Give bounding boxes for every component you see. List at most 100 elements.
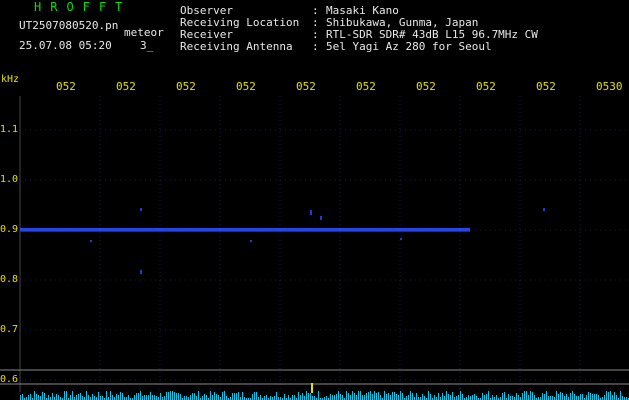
level-bar: [284, 394, 285, 400]
level-bar: [218, 395, 219, 400]
level-bar: [430, 394, 431, 400]
level-bar: [444, 396, 445, 400]
level-bar: [252, 394, 253, 400]
level-bar: [28, 395, 29, 400]
time-tick-label: 0530: [596, 80, 623, 93]
level-bar: [550, 396, 551, 400]
level-bar: [356, 395, 357, 400]
level-bar: [308, 393, 309, 400]
level-bar: [148, 395, 149, 400]
level-bar: [586, 395, 587, 400]
level-bar: [362, 395, 363, 400]
level-bar: [544, 394, 545, 400]
spectrogram: [0, 96, 629, 400]
level-bar: [118, 395, 119, 400]
marker-tick: [311, 383, 313, 393]
level-bar: [138, 393, 139, 400]
level-bar: [580, 394, 581, 400]
level-bar: [212, 395, 213, 400]
level-bar: [302, 393, 303, 400]
level-bar: [222, 392, 223, 400]
level-bar: [386, 394, 387, 400]
level-bar: [510, 396, 511, 400]
level-bar: [522, 393, 523, 400]
level-bar: [264, 396, 265, 400]
level-bar: [424, 396, 425, 400]
time-tick-label: 052: [356, 80, 376, 93]
level-bar: [516, 393, 517, 400]
level-bar: [472, 395, 473, 400]
level-bar: [52, 393, 53, 400]
level-bar: [166, 392, 167, 400]
level-bar: [122, 393, 123, 400]
time-tick-label: 052: [116, 80, 136, 93]
level-bar: [314, 396, 315, 400]
level-bar: [598, 395, 599, 400]
level-bar: [612, 395, 613, 400]
level-bar: [336, 394, 337, 400]
level-bar: [374, 391, 375, 400]
level-bar: [614, 392, 615, 400]
level-bar: [236, 393, 237, 400]
meteor-echo: [400, 238, 402, 240]
level-bar: [146, 395, 147, 400]
level-bar: [204, 394, 205, 400]
freq-tick-label: 0.9: [0, 224, 19, 235]
level-bar: [198, 391, 199, 400]
level-bar: [276, 392, 277, 400]
level-bar: [274, 396, 275, 400]
level-bar: [534, 395, 535, 400]
level-bar: [376, 393, 377, 400]
level-bar: [112, 395, 113, 400]
level-bar: [518, 395, 519, 400]
level-bar: [70, 395, 71, 400]
level-bar: [572, 391, 573, 400]
level-bar: [448, 394, 449, 400]
level-bar: [58, 395, 59, 400]
level-bar: [486, 394, 487, 400]
level-bar: [574, 394, 575, 400]
level-bar: [456, 396, 457, 400]
level-bar: [170, 391, 171, 400]
level-bar: [608, 392, 609, 400]
freq-tick-label: 1.0: [0, 174, 19, 185]
level-bar: [98, 392, 99, 400]
level-bar: [564, 396, 565, 400]
level-bar: [30, 394, 31, 400]
level-bar: [202, 396, 203, 400]
level-bar: [470, 396, 471, 400]
time-tick-label: 052: [476, 80, 496, 93]
level-bar: [210, 391, 211, 400]
level-bar: [300, 395, 301, 400]
level-bar: [606, 391, 607, 400]
level-bar: [560, 392, 561, 400]
level-bar: [434, 395, 435, 400]
meteor-echo: [320, 216, 322, 220]
meteor-echo: [140, 270, 142, 274]
level-bar: [484, 395, 485, 400]
level-bar: [168, 392, 169, 400]
level-bar: [460, 391, 461, 400]
level-bar: [102, 396, 103, 400]
level-bar: [156, 396, 157, 400]
level-bar: [528, 395, 529, 400]
level-bar: [558, 394, 559, 400]
level-bar: [216, 394, 217, 400]
level-bar: [254, 392, 255, 400]
level-bar: [190, 395, 191, 400]
level-bar: [446, 391, 447, 400]
level-bar: [48, 395, 49, 400]
level-bar: [392, 392, 393, 400]
level-bar: [310, 393, 311, 400]
level-bar: [144, 395, 145, 400]
level-bar: [334, 395, 335, 400]
level-bar: [542, 393, 543, 400]
meteor-echo: [90, 240, 92, 242]
level-bar: [578, 396, 579, 400]
level-bar: [232, 393, 233, 400]
level-bar: [502, 393, 503, 400]
level-bar: [406, 396, 407, 400]
level-bar: [372, 394, 373, 400]
level-bar: [566, 394, 567, 400]
level-bar: [294, 395, 295, 400]
